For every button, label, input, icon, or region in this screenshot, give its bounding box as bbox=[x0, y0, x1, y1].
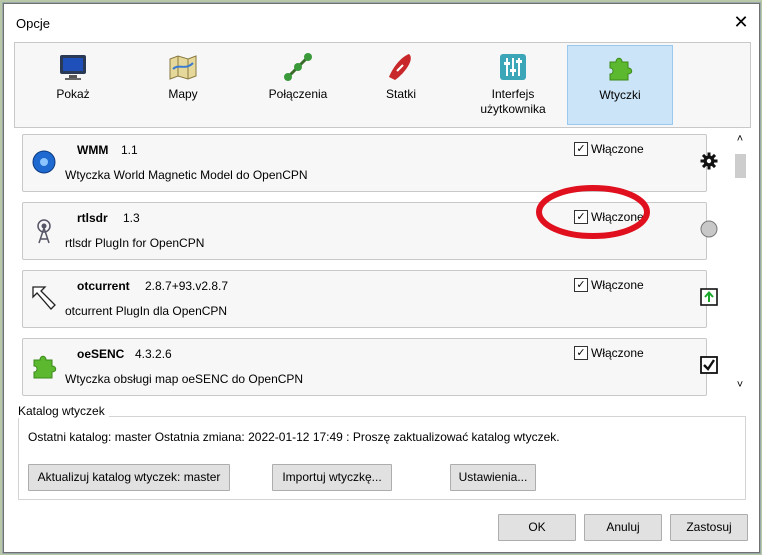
ship-icon bbox=[389, 54, 411, 80]
tab-label: Pokaż bbox=[56, 87, 90, 101]
title-bar: Opcje ✕ bbox=[4, 4, 759, 40]
tab-label: Statki bbox=[385, 87, 416, 101]
plugin-name: rtlsdr bbox=[77, 211, 108, 225]
close-icon[interactable]: ✕ bbox=[729, 10, 753, 34]
plugin-card[interactable]: rtlsdr 1.3 rtlsdr PlugIn for OpenCPN ✓ W… bbox=[22, 202, 707, 260]
scroll-down-icon[interactable]: ˅ bbox=[733, 378, 747, 392]
connections-icon bbox=[284, 53, 312, 81]
globe-icon bbox=[32, 150, 56, 174]
tab-label: Wtyczki bbox=[599, 88, 641, 102]
enabled-checkbox[interactable]: ✓ bbox=[574, 210, 588, 224]
ok-button[interactable]: OK bbox=[498, 514, 576, 541]
checkbox-icon[interactable] bbox=[700, 356, 718, 374]
map-icon bbox=[169, 55, 197, 80]
plugin-version: 2.8.7+93.v2.8.7 bbox=[145, 279, 229, 293]
tab-label: Mapy bbox=[168, 87, 198, 101]
enabled-label: Włączone bbox=[591, 210, 644, 224]
update-catalog-button[interactable]: Aktualizuj katalog wtyczek: master bbox=[28, 464, 230, 491]
plugin-name: otcurrent bbox=[77, 279, 130, 293]
plugin-name: WMM bbox=[77, 143, 109, 157]
plugin-description: Wtyczka World Magnetic Model do OpenCPN bbox=[65, 168, 308, 182]
plugin-catalog-group: Katalog wtyczek Ostatni katalog: master … bbox=[18, 404, 746, 500]
antenna-icon bbox=[37, 219, 51, 244]
upload-icon[interactable] bbox=[700, 288, 718, 306]
plugin-description: rtlsdr PlugIn for OpenCPN bbox=[65, 236, 205, 250]
plugin-version: 4.3.2.6 bbox=[135, 347, 172, 361]
tab-pokaz[interactable]: Pokaż bbox=[33, 45, 113, 123]
tab-label: Interfejs użytkownika bbox=[480, 87, 546, 116]
dialog-title: Opcje bbox=[16, 16, 50, 31]
circle-icon[interactable] bbox=[700, 220, 718, 238]
plugin-card[interactable]: WMM 1.1 Wtyczka World Magnetic Model do … bbox=[22, 134, 707, 192]
puzzle-icon bbox=[609, 57, 633, 81]
enabled-label: Włączone bbox=[591, 142, 644, 156]
puzzle-icon bbox=[33, 355, 57, 379]
scroll-up-icon[interactable]: ˄ bbox=[733, 132, 747, 146]
cancel-button[interactable]: Anuluj bbox=[584, 514, 662, 541]
settings-button[interactable]: Ustawienia... bbox=[450, 464, 536, 491]
enabled-checkbox[interactable]: ✓ bbox=[574, 346, 588, 360]
gear-icon[interactable] bbox=[700, 152, 718, 170]
arrow-icon bbox=[32, 286, 56, 310]
sliders-icon bbox=[500, 54, 526, 80]
tab-wtyczki[interactable]: Wtyczki bbox=[567, 45, 673, 125]
plugin-version: 1.3 bbox=[123, 211, 140, 225]
enabled-checkbox[interactable]: ✓ bbox=[574, 278, 588, 292]
scroll-thumb[interactable] bbox=[735, 154, 746, 178]
plugin-card[interactable]: otcurrent 2.8.7+93.v2.8.7 otcurrent Plug… bbox=[22, 270, 707, 328]
options-dialog: Opcje ✕ Pokaż Mapy Połączenia Statki Int… bbox=[3, 3, 760, 553]
plugin-list: WMM 1.1 Wtyczka World Magnetic Model do … bbox=[14, 130, 749, 398]
tab-label: Połączenia bbox=[268, 87, 328, 101]
tab-statki[interactable]: Statki bbox=[361, 45, 441, 123]
plugin-description: otcurrent PlugIn dla OpenCPN bbox=[65, 304, 228, 318]
import-plugin-button[interactable]: Importuj wtyczkę... bbox=[272, 464, 392, 491]
apply-button[interactable]: Zastosuj bbox=[670, 514, 748, 541]
enabled-label: Włączone bbox=[591, 278, 644, 292]
plugin-card[interactable]: oeSENC 4.3.2.6 Wtyczka obsługi map oeSEN… bbox=[22, 338, 707, 396]
catalog-title: Katalog wtyczek bbox=[18, 404, 109, 418]
plugin-name: oeSENC bbox=[77, 347, 125, 361]
plugin-version: 1.1 bbox=[121, 143, 138, 157]
catalog-status: Ostatni katalog: master Ostatnia zmiana:… bbox=[28, 430, 560, 444]
plugin-description: Wtyczka obsługi map oeSENC do OpenCPN bbox=[65, 372, 304, 386]
plugin-list-scrollbar[interactable]: ˄ ˅ bbox=[733, 130, 747, 398]
enabled-checkbox[interactable]: ✓ bbox=[574, 142, 588, 156]
monitor-icon bbox=[60, 55, 86, 80]
tab-polaczenia[interactable]: Połączenia bbox=[253, 45, 343, 123]
tab-interfejs[interactable]: Interfejs użytkownika bbox=[463, 45, 563, 123]
enabled-label: Włączone bbox=[591, 346, 644, 360]
options-toolbar: Pokaż Mapy Połączenia Statki Interfejs u… bbox=[14, 42, 751, 128]
tab-mapy[interactable]: Mapy bbox=[143, 45, 223, 123]
